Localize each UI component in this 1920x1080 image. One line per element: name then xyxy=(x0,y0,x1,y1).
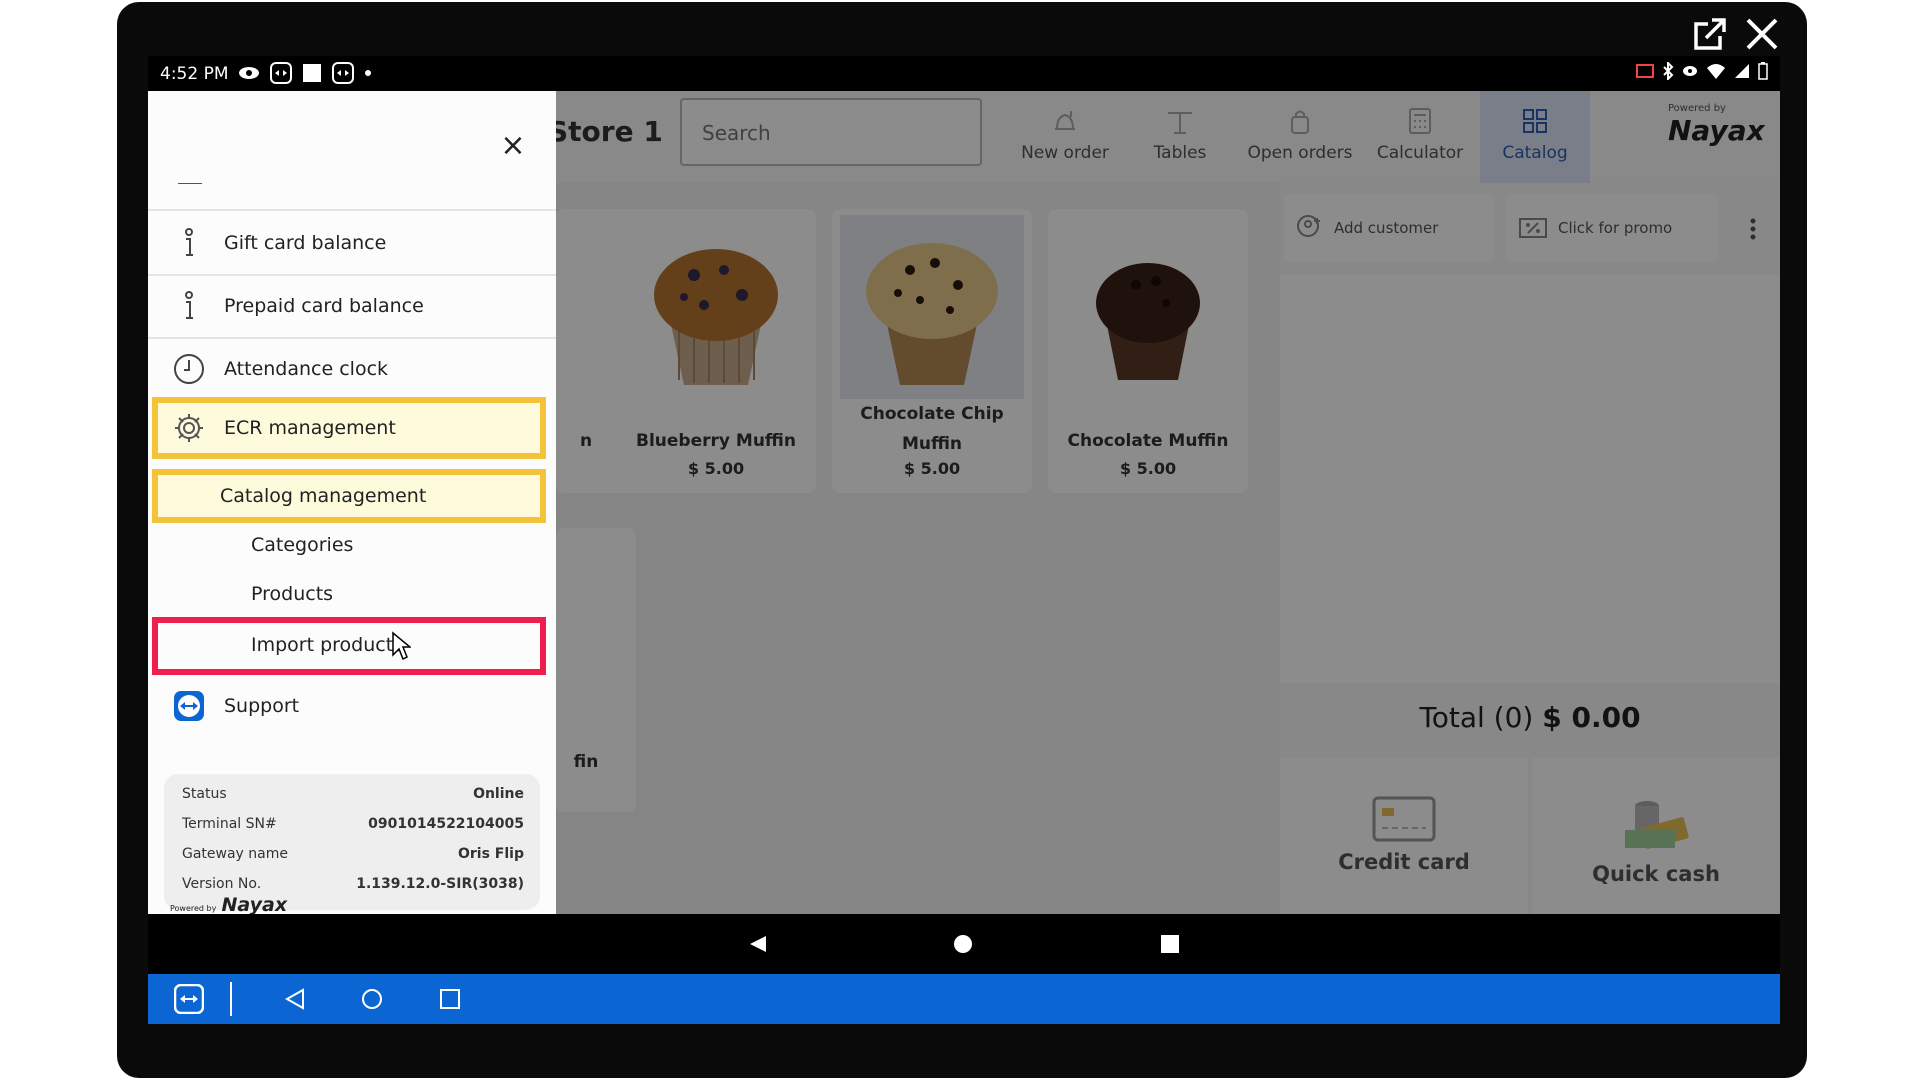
teamviewer-icon xyxy=(270,62,292,84)
dot-icon xyxy=(365,70,371,76)
info-row-status: Status Online xyxy=(182,786,524,802)
mouse-cursor-icon xyxy=(392,631,411,661)
teamviewer-icon[interactable] xyxy=(174,984,204,1014)
info-row-gateway-name: Gateway name Oris Flip xyxy=(182,846,524,862)
menu-item-prepaid-card-balance[interactable]: Prepaid card balance xyxy=(148,276,556,336)
cast-icon xyxy=(1636,64,1654,78)
back-icon[interactable] xyxy=(748,934,768,954)
menu-item-attendance-clock[interactable]: Attendance clock xyxy=(148,339,556,399)
wifi-icon xyxy=(1707,64,1725,79)
menu-item-support[interactable]: Support xyxy=(148,676,556,736)
square-icon xyxy=(303,64,321,82)
menu-item-import-products[interactable]: Import products xyxy=(148,623,556,667)
home-icon[interactable] xyxy=(361,988,383,1010)
menu-item-ecr-management[interactable]: ECR management xyxy=(148,398,556,458)
close-icon[interactable]: × xyxy=(498,131,528,161)
eye-icon xyxy=(1683,66,1697,76)
info-icon xyxy=(185,228,193,256)
drawer-divider xyxy=(178,183,202,184)
side-menu-drawer: × Gift card balance Prepaid card balance… xyxy=(148,91,556,916)
menu-item-categories[interactable]: Categories xyxy=(148,523,556,567)
android-status-bar: 4:52 PM xyxy=(148,56,1780,91)
signal-icon xyxy=(1735,64,1749,78)
close-icon[interactable] xyxy=(1742,14,1782,54)
bluetooth-icon xyxy=(1663,62,1674,80)
status-time: 4:52 PM xyxy=(160,64,229,84)
menu-item-gift-card-balance[interactable]: Gift card balance xyxy=(148,213,556,273)
android-nav-bar xyxy=(148,914,1780,974)
info-row-version: Version No. 1.139.12.0-SIR(3038) xyxy=(182,876,524,892)
tablet-screen: 4:52 PM Store 1 New order xyxy=(148,56,1780,1024)
gear-icon xyxy=(175,414,203,442)
back-icon[interactable] xyxy=(284,988,306,1010)
terminal-info-panel: Status Online Terminal SN# 090101452210400… xyxy=(164,774,540,910)
recent-apps-icon[interactable] xyxy=(439,988,461,1010)
home-icon[interactable] xyxy=(953,934,973,954)
clock-icon xyxy=(174,354,204,384)
menu-item-catalog-management[interactable]: Catalog management xyxy=(148,474,556,518)
menu-item-products[interactable]: Products xyxy=(148,572,556,616)
teamviewer-icon xyxy=(332,62,354,84)
info-icon xyxy=(185,291,193,319)
nayax-logo-small: Powered by Nayax xyxy=(170,894,288,916)
recent-apps-icon[interactable] xyxy=(1160,934,1180,954)
toolbar-divider xyxy=(230,982,232,1016)
info-row-terminal-sn: Terminal SN# 0901014522104005 xyxy=(182,816,524,832)
external-link-icon[interactable] xyxy=(1690,14,1730,54)
teamviewer-icon xyxy=(174,691,204,721)
teamviewer-toolbar xyxy=(148,974,1780,1024)
eye-icon xyxy=(239,67,259,79)
battery-icon xyxy=(1758,62,1768,80)
